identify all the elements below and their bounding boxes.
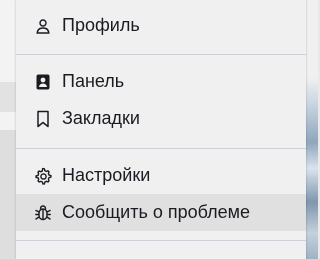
menu-item-settings[interactable]: Настройки [16,157,306,194]
background-page-left [0,0,16,259]
menu-item-panel[interactable]: Панель [16,63,306,100]
context-menu: Профиль Панель Закладки Настройки Сообщи… [16,0,306,259]
menu-item-label: Панель [62,71,125,91]
menu-separator [16,240,306,241]
menu-item-label: Закладки [62,108,140,128]
background-strip [0,82,16,112]
bug-icon [34,204,52,222]
menu-item-label: Настройки [62,165,151,185]
menu-item-bookmarks[interactable]: Закладки [16,100,306,137]
menu-item-report-problem[interactable]: Сообщить о проблеме [16,194,306,231]
background-strip [0,130,16,259]
menu-item-label: Профиль [62,15,140,35]
contact-card-icon [34,73,52,91]
gear-icon [34,167,52,185]
menu-item-label: Сообщить о проблеме [62,202,250,222]
bookmark-icon [34,110,52,128]
background-page-right [306,0,318,259]
menu-separator [16,148,306,149]
menu-item-profile[interactable]: Профиль [16,7,306,44]
menu-separator [16,54,306,55]
user-icon [34,17,52,35]
